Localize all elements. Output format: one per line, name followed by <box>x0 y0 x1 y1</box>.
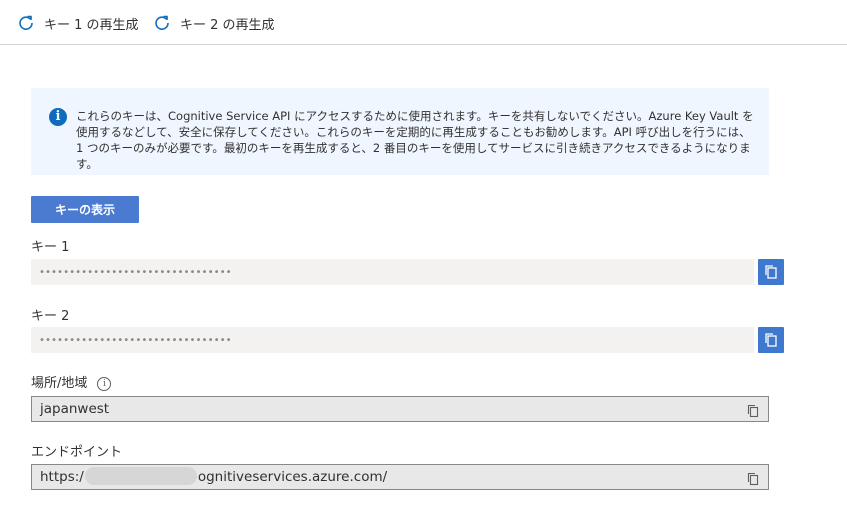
info-message-bar: i これらのキーは、Cognitive Service API にアクセスするた… <box>31 88 769 175</box>
copy-icon <box>763 332 779 348</box>
endpoint-field[interactable]: https:/ ognitiveservices.azure.com/ <box>31 464 769 490</box>
key1-field[interactable] <box>31 259 754 285</box>
copy-icon[interactable] <box>746 402 760 418</box>
location-value: japanwest <box>40 401 110 417</box>
copy-key2-button[interactable] <box>758 327 784 353</box>
regenerate-key1-button[interactable]: キー 1 の再生成 <box>18 12 139 34</box>
key2-label: キー 2 <box>31 309 70 324</box>
copy-icon <box>763 264 779 280</box>
location-label: 場所/地域 <box>31 376 88 391</box>
endpoint-label: エンドポイント <box>31 445 123 460</box>
regenerate-key2-button[interactable]: キー 2 の再生成 <box>154 12 275 34</box>
show-keys-button[interactable]: キーの表示 <box>31 196 139 223</box>
refresh-icon <box>154 15 170 31</box>
redaction-block <box>84 467 197 485</box>
refresh-icon <box>18 15 34 31</box>
command-bar: キー 1 の再生成 キー 2 の再生成 <box>0 0 847 45</box>
info-icon: i <box>49 108 67 126</box>
endpoint-prefix: https:/ <box>40 469 84 485</box>
regenerate-key2-label: キー 2 の再生成 <box>180 17 275 33</box>
location-label-row: 場所/地域 i <box>31 372 112 391</box>
location-field[interactable]: japanwest <box>31 396 769 422</box>
info-icon[interactable]: i <box>97 377 112 391</box>
copy-icon[interactable] <box>746 470 760 486</box>
copy-key1-button[interactable] <box>758 259 784 285</box>
regenerate-key1-label: キー 1 の再生成 <box>44 17 139 33</box>
key1-label: キー 1 <box>31 240 70 255</box>
key2-field[interactable] <box>31 327 754 353</box>
endpoint-suffix: ognitiveservices.azure.com/ <box>197 469 388 485</box>
info-message-text: これらのキーは、Cognitive Service API にアクセスするために… <box>76 109 754 171</box>
